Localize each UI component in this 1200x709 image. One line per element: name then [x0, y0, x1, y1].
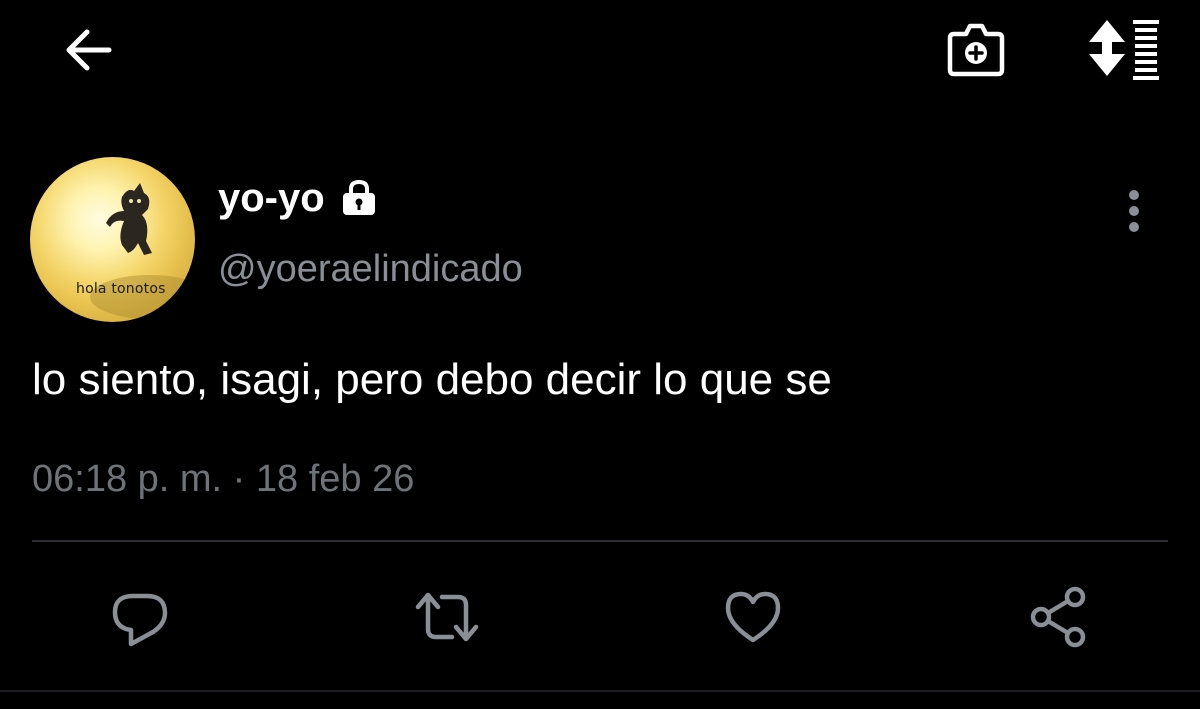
camera-add-icon [947, 23, 1005, 77]
tweet-text: lo siento, isagi, pero debo decir lo que… [32, 355, 832, 404]
arrow-left-icon [66, 29, 112, 71]
avatar[interactable]: hola tonotos [30, 157, 195, 322]
display-name[interactable]: yo-yo [218, 178, 325, 218]
back-button[interactable] [56, 18, 120, 82]
sort-button[interactable] [1080, 12, 1166, 84]
share-icon [1030, 586, 1086, 648]
reply-button[interactable] [105, 582, 175, 652]
more-vertical-icon [1129, 190, 1139, 232]
add-photo-button[interactable] [940, 12, 1012, 84]
retweet-button[interactable] [412, 582, 482, 652]
reply-icon [112, 593, 168, 647]
more-options-button[interactable] [1112, 186, 1156, 236]
author-name-row: yo-yo [218, 178, 379, 218]
heart-icon [725, 591, 781, 643]
divider [32, 540, 1168, 542]
tweet-timestamp: 06:18 p. m. · 18 feb 26 [32, 458, 415, 500]
like-button[interactable] [718, 582, 788, 652]
share-button[interactable] [1024, 582, 1094, 652]
dancing-cat-image [90, 183, 195, 319]
avatar-caption: hola tonotos [76, 281, 166, 297]
tweet-detail-screen: hola tonotos yo-yo @yoeraelindicado lo s… [0, 0, 1200, 709]
sort-list-icon [1089, 20, 1159, 80]
bottom-divider [0, 690, 1200, 692]
user-handle[interactable]: @yoeraelindicado [218, 250, 523, 288]
retweet-icon [415, 592, 479, 642]
lock-icon [342, 179, 375, 215]
